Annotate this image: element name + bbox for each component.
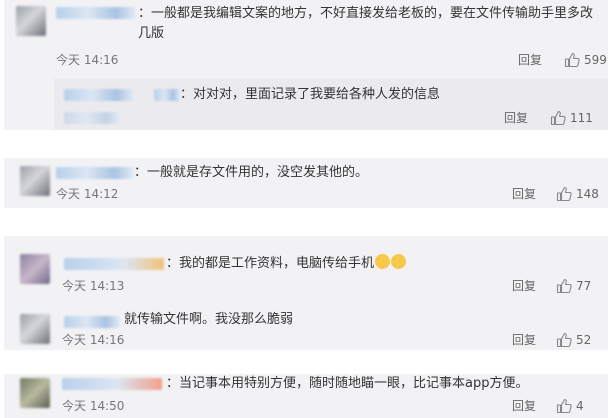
comment-time: 今天 14:13 xyxy=(62,279,125,293)
comment-text: ：一般都是我编辑文案的地方，不好直接发给老板的，要在文件传输助手里多改几版 xyxy=(138,6,594,41)
username[interactable] xyxy=(56,167,134,179)
comment-text-content: ：我的都是工作资料，电脑传给手机 xyxy=(166,256,375,271)
username[interactable] xyxy=(64,258,164,270)
reply-button[interactable]: 回复 xyxy=(512,278,536,294)
username[interactable] xyxy=(64,316,120,328)
reply-button[interactable]: 回复 xyxy=(504,110,528,126)
like-button[interactable]: 4 xyxy=(556,398,584,414)
reply-button[interactable]: 回复 xyxy=(512,398,536,414)
comment-card: ：一般都是我编辑文案的地方，不好直接发给老板的，要在文件传输助手里多改几版 今天… xyxy=(4,0,608,130)
username[interactable] xyxy=(154,89,180,101)
comment-time: 今天 14:50 xyxy=(62,399,125,413)
like-button[interactable]: 77 xyxy=(556,278,591,294)
avatar[interactable] xyxy=(20,314,50,344)
thumbs-up-icon xyxy=(550,110,566,126)
like-count: 4 xyxy=(576,399,584,413)
like-button[interactable]: 148 xyxy=(556,186,599,202)
like-count: 599 xyxy=(584,53,607,67)
emoji-icon xyxy=(391,254,407,269)
comment-time: 今天 14:16 xyxy=(62,333,125,347)
thumbs-up-icon xyxy=(556,332,572,348)
reply-button[interactable]: 回复 xyxy=(512,332,536,348)
comment-card: ：当记事本用特别方便，随时随地瞄一眼，比记事本app方便。 今天 14:50 回… xyxy=(4,374,608,418)
username[interactable] xyxy=(64,112,120,124)
comment-text: ：我的都是工作资料，电脑传给手机 xyxy=(166,254,407,274)
comment-card: ：我的都是工作资料，电脑传给手机 今天 14:13 回复 77 就传输文件啊。我… xyxy=(4,236,608,350)
reply-button[interactable]: 回复 xyxy=(518,52,542,68)
comment-time: 今天 14:16 xyxy=(56,53,119,67)
username[interactable] xyxy=(64,89,134,101)
like-count: 111 xyxy=(570,111,593,125)
thumbs-up-icon xyxy=(556,278,572,294)
thumbs-up-icon xyxy=(556,398,572,414)
comment-text: ：当记事本用特别方便，随时随地瞄一眼，比记事本app方便。 xyxy=(166,376,529,391)
like-button[interactable]: 599 xyxy=(564,52,607,68)
reply-subcard: ：对对对，里面记录了我要给各种人发的信息 回复 111 xyxy=(54,78,608,130)
comment-text: 就传输文件啊。我没那么脆弱 xyxy=(124,312,294,327)
username[interactable] xyxy=(62,378,162,390)
reply-text: ：对对对，里面记录了我要给各种人发的信息 xyxy=(180,87,441,102)
reply-button[interactable]: 回复 xyxy=(512,186,536,202)
comment-text: ：一般就是存文件用的，没空发其他的。 xyxy=(134,165,369,180)
avatar[interactable] xyxy=(20,378,50,408)
comment-time: 今天 14:12 xyxy=(56,187,119,201)
thumbs-up-icon xyxy=(564,52,580,68)
avatar[interactable] xyxy=(20,254,50,284)
username[interactable] xyxy=(56,7,136,19)
like-count: 52 xyxy=(576,333,592,347)
emoji-icon xyxy=(375,254,391,269)
comment-card: ：一般就是存文件用的，没空发其他的。 今天 14:12 回复 148 xyxy=(4,158,608,208)
like-button[interactable]: 52 xyxy=(556,332,591,348)
thumbs-up-icon xyxy=(556,186,572,202)
like-count: 148 xyxy=(576,187,599,201)
like-count: 77 xyxy=(576,279,592,293)
like-button[interactable]: 111 xyxy=(550,110,593,126)
avatar[interactable] xyxy=(16,6,46,36)
avatar[interactable] xyxy=(20,166,50,196)
